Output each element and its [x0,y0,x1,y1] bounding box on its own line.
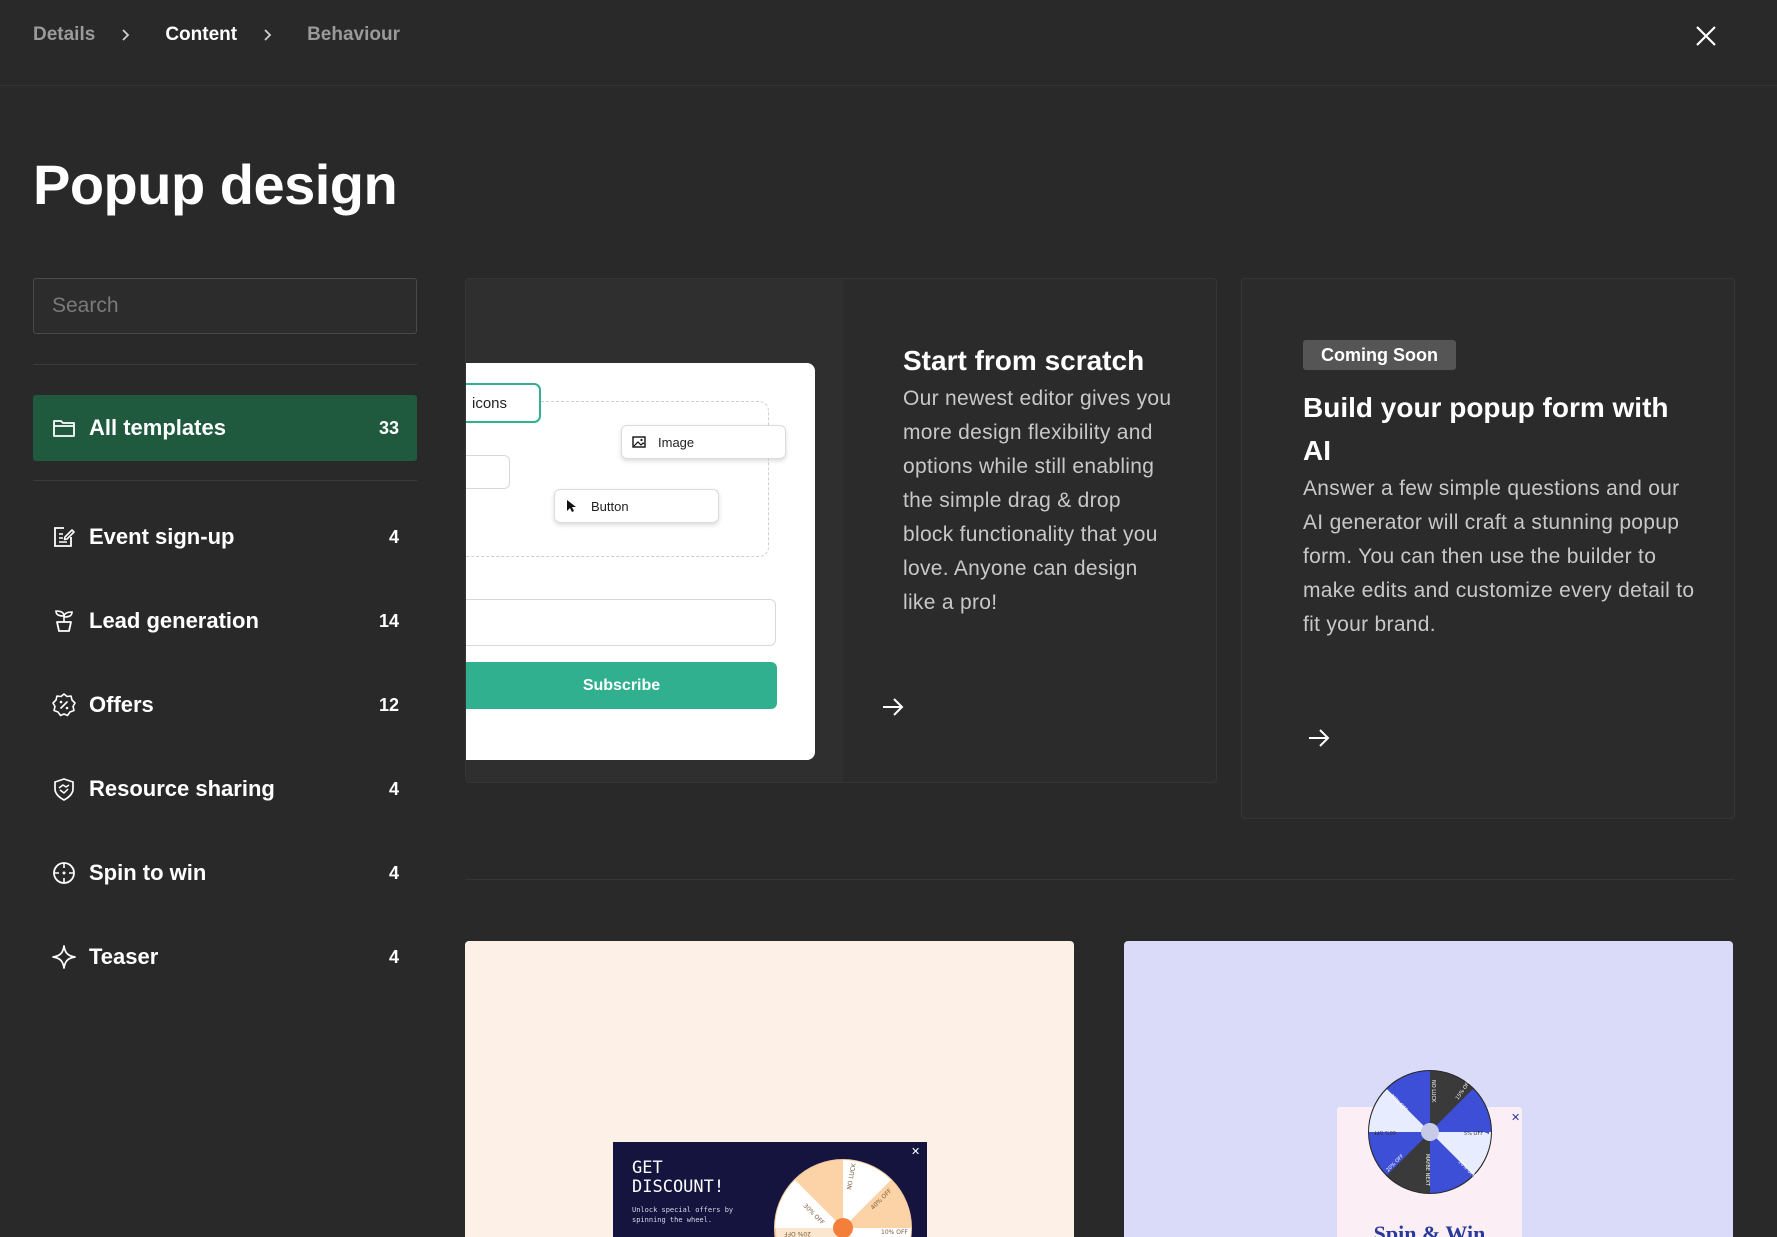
form-edit-icon [54,527,75,547]
handshake-icon [54,778,74,801]
icons-block-chip: icons [466,383,541,423]
search-input[interactable] [33,278,417,334]
get-discount-popup: GET DISCOUNT! Unlock special offers by s… [613,1142,927,1237]
breadcrumb: Details Content Behaviour [33,24,400,46]
mock-input [466,455,510,489]
get-discount-title: GET DISCOUNT! [632,1158,725,1197]
sidebar-item-count: 14 [378,610,399,631]
sidebar-item-label: Teaser [89,944,159,969]
image-block-chip: Image [621,425,786,459]
cursor-icon [567,500,576,512]
sidebar-item-event-sign-up[interactable]: Event sign-up 4 [33,504,417,570]
sidebar-item-count: 12 [378,694,399,715]
get-discount-subtitle: Unlock special offers by spinning the wh… [632,1206,734,1224]
image-icon [632,436,646,448]
close-icon: ✕ [911,1146,921,1158]
template-card-get-discount[interactable]: GET DISCOUNT! Unlock special offers by s… [465,941,1074,1237]
sidebar-divider [33,364,417,365]
wheel-label: 60% OFF [1373,1129,1396,1135]
wheel-label: NO LUCK [1430,1080,1436,1103]
sidebar-item-all-templates[interactable]: All templates 33 [33,395,417,461]
top-bar: Details Content Behaviour [0,0,1777,86]
close-icon: ✕ [1511,1112,1521,1124]
sidebar-divider [33,480,417,481]
wheel-label: 5% OFF [1464,1131,1483,1137]
scratch-card-title: Start from scratch [903,345,1145,376]
folder-icon [53,420,75,437]
chevron-right-icon [122,29,130,41]
coming-soon-badge: Coming Soon [1303,340,1456,370]
sidebar-item-count: 4 [388,778,399,799]
sidebar-item-label: Lead generation [89,608,259,633]
start-from-scratch-card[interactable]: icons Image Button Subscribe Start from … [465,278,1217,783]
sidebar-item-label: Resource sharing [89,776,275,801]
ai-card-description: Answer a few simple questions and our AI… [1303,477,1695,636]
ai-card-text: Build your popup form with AI Answer a f… [1303,386,1703,642]
spin-wheel: NO LUCK 15% OFF 5% OFF 10% OFF MAYBE NEX… [1368,1070,1492,1194]
sidebar-item-count: 4 [388,862,399,883]
sidebar-item-label: All templates [89,415,226,440]
mock-email-field [466,599,776,646]
spin-and-win-title: Spin & Win [1373,1221,1486,1237]
breadcrumb-behaviour[interactable]: Behaviour [307,24,400,46]
sidebar-item-count: 4 [388,526,399,547]
breadcrumb-details[interactable]: Details [33,24,95,46]
wheel-label: 10% OFF [881,1229,908,1236]
sidebar-item-count: 4 [388,946,399,967]
template-card-spin-and-win[interactable]: ✕ Spin & Win NO LUCK 15% OFF 5% OFF 10% … [1124,941,1733,1237]
breadcrumb-content[interactable]: Content [165,24,237,46]
arrow-right-icon[interactable] [880,694,906,720]
button-block-label: Button [591,498,629,514]
sidebar-item-teaser[interactable]: Teaser 4 [33,924,417,990]
sidebar-item-label: Spin to win [89,860,207,885]
sidebar-item-lead-generation[interactable]: Lead generation 14 [33,588,417,654]
scratch-card-text: Start from scratch Our newest editor giv… [903,339,1173,620]
editor-mockup: icons Image Button Subscribe [466,363,815,760]
sidebar-item-spin-to-win[interactable]: Spin to win 4 [33,840,417,906]
wheel-label: MAYBE NEXT [1424,1154,1430,1187]
section-divider [465,879,1735,880]
button-block-chip: Button [554,489,719,523]
mock-subscribe-button: Subscribe [466,662,777,709]
ai-builder-card[interactable]: Coming Soon Build your popup form with A… [1241,278,1735,819]
sprout-icon [55,610,73,632]
spin-wheel: NO LUCK 40% OFF 10% OFF 30% OFF 20% OFF [774,1159,912,1237]
page-title: Popup design [33,153,398,216]
sidebar-item-label: Event sign-up [89,524,235,549]
image-block-label: Image [658,434,695,450]
crosshair-icon [53,862,75,884]
wheel-label: 20% OFF [784,1230,811,1237]
editor-preview: icons Image Button Subscribe [466,279,843,782]
sidebar-item-offers[interactable]: Offers 12 [33,672,417,738]
sparkle-icon [52,945,76,969]
ai-card-title: Build your popup form with AI [1303,392,1669,466]
discount-badge-icon [52,693,76,717]
scratch-card-description: Our newest editor gives you more design … [903,387,1172,614]
sidebar-item-count: 33 [378,417,399,438]
arrow-right-icon[interactable] [1306,725,1332,751]
sidebar-item-resource-sharing[interactable]: Resource sharing 4 [33,756,417,822]
sidebar-item-label: Offers [89,692,154,717]
close-icon[interactable] [1690,20,1722,52]
chevron-right-icon [264,29,272,41]
